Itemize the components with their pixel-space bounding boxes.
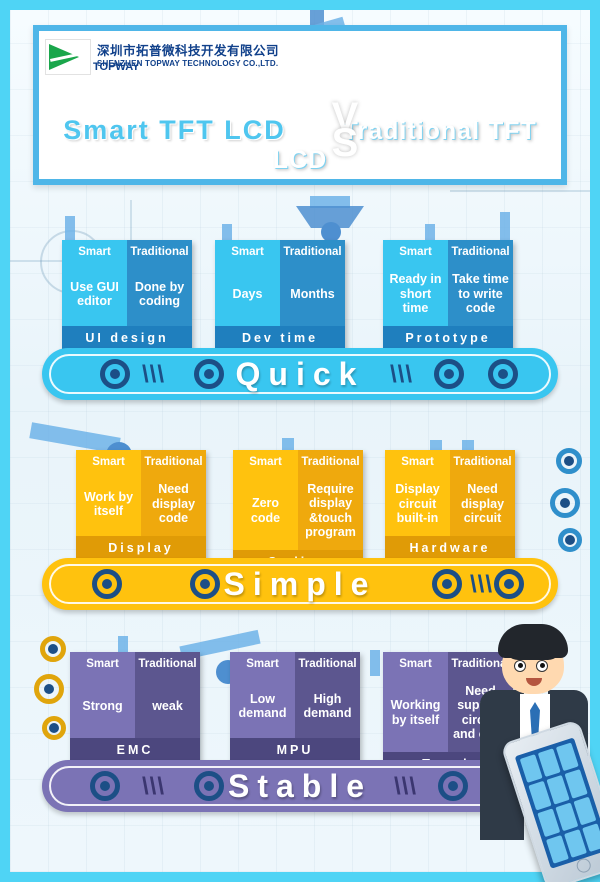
compare-card-mpu[interactable]: Smart Traditional Low demand High demand… — [230, 652, 360, 764]
card-traditional-value: Need display code — [141, 474, 206, 536]
card-bodies: Days Months — [215, 264, 345, 326]
card-smart-value: Work by itself — [76, 474, 141, 536]
machine-joint — [321, 222, 341, 242]
col-head-traditional: Traditional — [141, 450, 206, 474]
pupil-left — [518, 663, 523, 668]
cards-row-quick: Smart Traditional Use GUI editor Done by… — [0, 240, 600, 352]
col-head-traditional: Traditional — [135, 652, 200, 676]
band-label-simple: Simple — [223, 566, 377, 602]
versus-badge: V S — [325, 97, 365, 165]
card-bodies: Use GUI editor Done by coding — [62, 264, 192, 326]
card-bodies: Zero code Require display &touch program — [233, 474, 363, 550]
col-head-smart: Smart — [70, 652, 135, 676]
card-smart-value: Days — [215, 264, 280, 326]
card-smart-value: Display circuit built-in — [385, 474, 450, 536]
col-head-traditional: Traditional — [298, 450, 363, 474]
card-heads: Smart Traditional — [385, 450, 515, 474]
header-titles: Smart TFT LCD Traditional TFT LCD — [39, 115, 561, 175]
card-heads: Smart Traditional — [62, 240, 192, 264]
group-band-simple: \\\ Simple — [42, 558, 558, 610]
card-heads: Smart Traditional — [70, 652, 200, 676]
company-name-cn: 深圳市拓普微科技开发有限公司 — [97, 44, 280, 59]
col-head-smart: Smart — [383, 652, 448, 676]
brand-wordmark: TOPWAY — [93, 61, 140, 73]
card-bodies: Ready in short time Take time to write c… — [383, 264, 513, 326]
card-heads: Smart Traditional — [215, 240, 345, 264]
card-traditional-value: weak — [135, 676, 200, 738]
card-heads: Smart Traditional — [230, 652, 360, 676]
col-head-smart: Smart — [233, 450, 298, 474]
card-smart-value: Strong — [70, 676, 135, 738]
compare-card-coding[interactable]: Smart Traditional Zero code Require disp… — [233, 450, 363, 576]
versus-s: S — [331, 121, 359, 165]
compare-card-display[interactable]: Smart Traditional Work by itself Need di… — [76, 450, 206, 562]
card-bodies: Strong weak — [70, 676, 200, 738]
col-head-traditional: Traditional — [450, 450, 515, 474]
col-head-smart: Smart — [385, 450, 450, 474]
title-traditional: Traditional TFT LCD — [272, 117, 537, 174]
card-smart-value: Zero code — [233, 474, 298, 550]
card-smart-value: Ready in short time — [383, 264, 448, 326]
card-traditional-value: Need display circuit — [450, 474, 515, 536]
pupil-right — [540, 663, 545, 668]
col-head-smart: Smart — [215, 240, 280, 264]
group-band-quick: \\\ \\\ Quick — [42, 348, 558, 400]
cards-row-simple: Smart Traditional Work by itself Need di… — [0, 450, 600, 576]
circuit-trace — [450, 190, 590, 192]
card-traditional-value: Take time to write code — [448, 264, 513, 326]
col-head-smart: Smart — [383, 240, 448, 264]
compare-card-emc[interactable]: Smart Traditional Strong weak EMC — [70, 652, 200, 764]
company-logo: 深圳市拓普微科技开发有限公司 SHENZHEN TOPWAY TECHNOLOG… — [45, 37, 345, 77]
card-traditional-value: Done by coding — [127, 264, 192, 326]
compare-card-dev-time[interactable]: Smart Traditional Days Months Dev time — [215, 240, 345, 352]
card-smart-value: Working by itself — [383, 676, 448, 752]
col-head-traditional: Traditional — [448, 240, 513, 264]
card-bodies: Low demand High demand — [230, 676, 360, 738]
card-traditional-value: High demand — [295, 676, 360, 738]
card-heads: Smart Traditional — [233, 450, 363, 474]
card-bodies: Work by itself Need display code — [76, 474, 206, 536]
col-head-smart: Smart — [76, 450, 141, 474]
band-label-quick: Quick — [235, 356, 365, 392]
col-head-traditional: Traditional — [127, 240, 192, 264]
card-smart-value: Use GUI editor — [62, 264, 127, 326]
topway-logo-icon — [45, 39, 91, 75]
compare-card-ui-design[interactable]: Smart Traditional Use GUI editor Done by… — [62, 240, 192, 352]
card-smart-value: Low demand — [230, 676, 295, 738]
col-head-traditional: Traditional — [280, 240, 345, 264]
hair — [498, 624, 568, 660]
poster-header: 深圳市拓普微科技开发有限公司 SHENZHEN TOPWAY TECHNOLOG… — [33, 25, 567, 185]
card-heads: Smart Traditional — [76, 450, 206, 474]
card-bodies: Display circuit built-in Need display ci… — [385, 474, 515, 536]
compare-card-hardware[interactable]: Smart Traditional Display circuit built-… — [385, 450, 515, 562]
title-smart: Smart TFT LCD — [63, 115, 286, 145]
card-traditional-value: Months — [280, 264, 345, 326]
col-head-smart: Smart — [62, 240, 127, 264]
card-traditional-value: Require display &touch program — [298, 474, 363, 550]
col-head-traditional: Traditional — [295, 652, 360, 676]
card-heads: Smart Traditional — [383, 240, 513, 264]
col-head-smart: Smart — [230, 652, 295, 676]
poster-canvas: 深圳市拓普微科技开发有限公司 SHENZHEN TOPWAY TECHNOLOG… — [0, 0, 600, 882]
compare-card-prototype[interactable]: Smart Traditional Ready in short time Ta… — [383, 240, 513, 352]
